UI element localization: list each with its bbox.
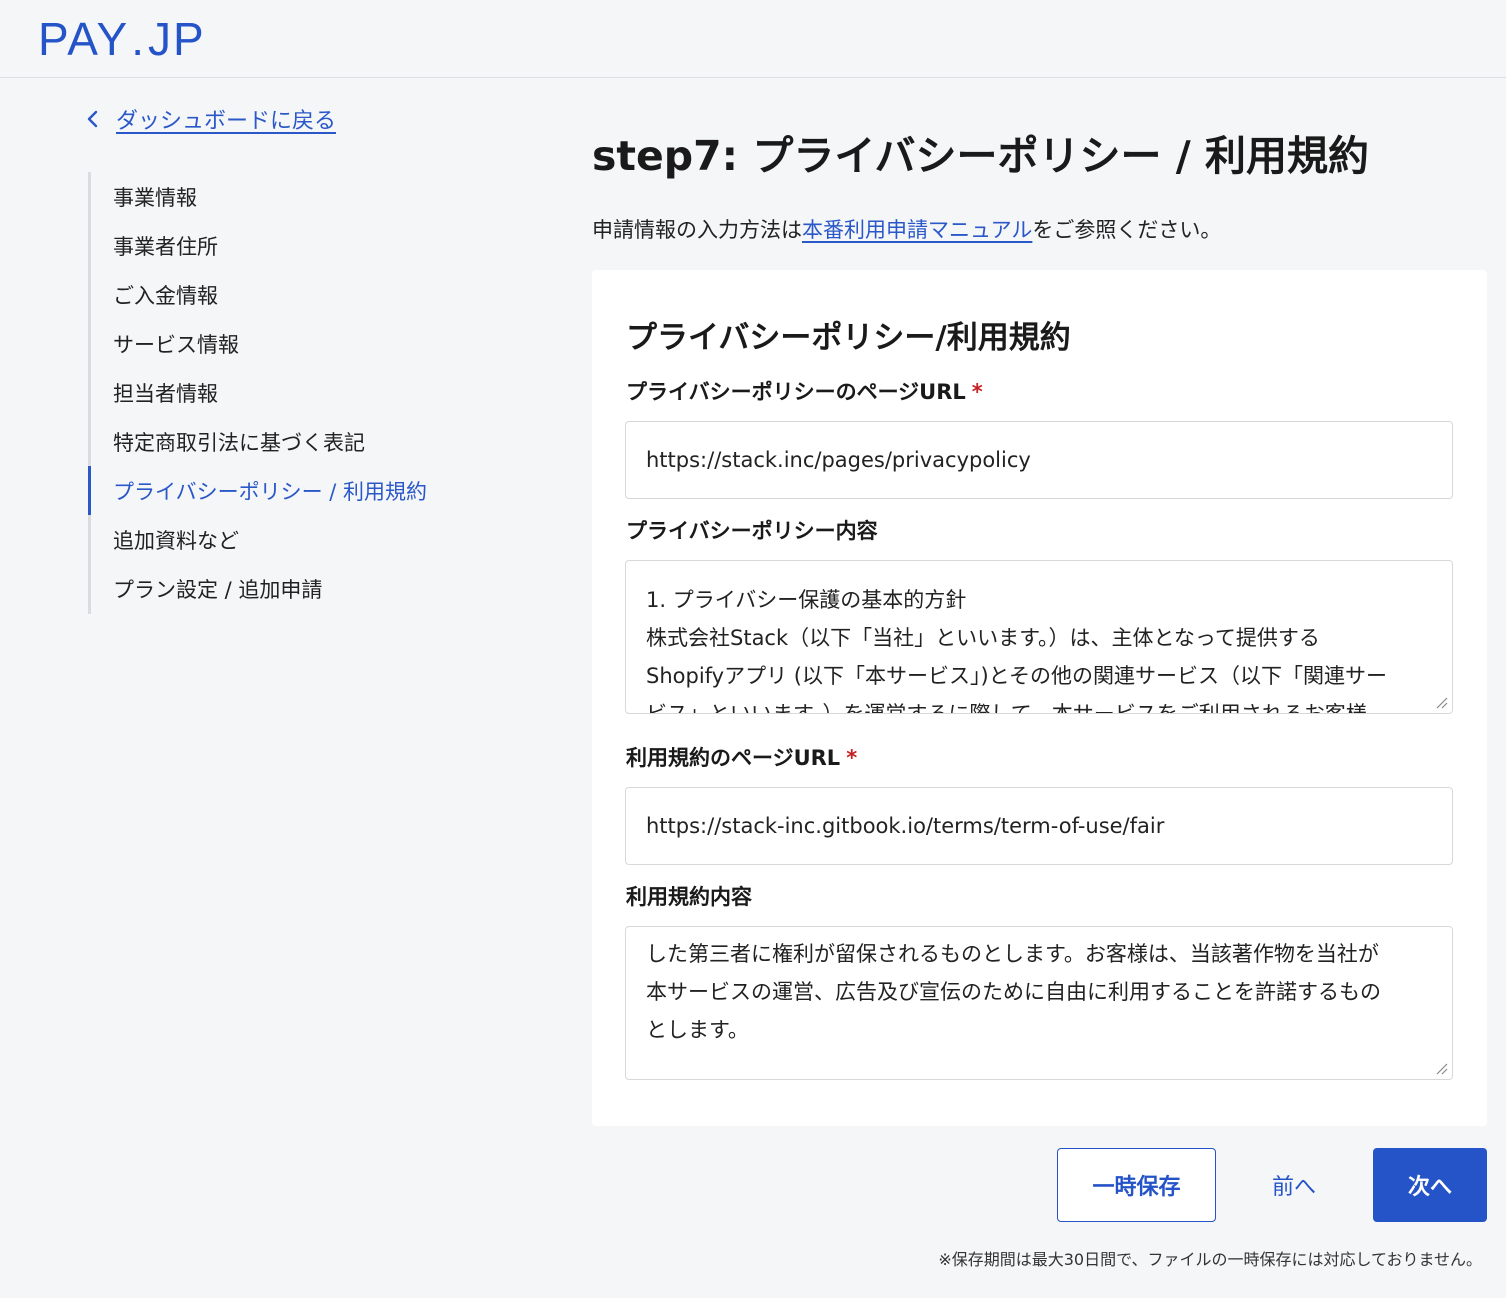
manual-link[interactable]: 本番利用申請マニュアル <box>802 218 1032 242</box>
textarea-line: 株式会社Stack（以下「当社」といいます。）は、主体となって提供する <box>646 626 1320 650</box>
logo-text-jp: JP <box>148 13 206 65</box>
nav-item-business-address[interactable]: 事業者住所 <box>91 221 508 270</box>
terms-content-label: 利用規約内容 <box>626 885 752 909</box>
terms-url-value: https://stack-inc.gitbook.io/terms/term-… <box>646 814 1165 838</box>
required-mark: * <box>846 746 858 770</box>
next-button[interactable]: 次へ <box>1373 1148 1487 1222</box>
privacy-content-label: プライバシーポリシー内容 <box>626 519 878 543</box>
nav-item-privacy-terms[interactable]: プライバシーポリシー / 利用規約 <box>88 466 508 515</box>
terms-url-input[interactable]: https://stack-inc.gitbook.io/terms/term-… <box>625 787 1453 865</box>
nav-item-business-info[interactable]: 事業情報 <box>91 172 508 221</box>
terms-url-label-text: 利用規約のページURL <box>626 746 841 770</box>
nav-item-label: 事業者住所 <box>113 234 218 259</box>
intro-text: 申請情報の入力方法は本番利用申請マニュアルをご参照ください。 <box>592 214 1221 244</box>
logo-text-pay: PAY <box>38 13 130 65</box>
nav-item-label: プラン設定 / 追加申請 <box>113 577 323 602</box>
intro-suffix: をご参照ください。 <box>1032 218 1222 242</box>
privacy-url-label-text: プライバシーポリシーのページURL <box>626 380 966 404</box>
nav-item-payment-info[interactable]: ご入金情報 <box>91 270 508 319</box>
form-section-title: プライバシーポリシー/利用規約 <box>626 320 1071 356</box>
privacy-url-value: https://stack.inc/pages/privacypolicy <box>646 448 1031 472</box>
textarea-line: とします。 <box>646 1018 749 1042</box>
nav-item-label: 担当者情報 <box>113 381 218 406</box>
resize-handle-icon[interactable] <box>1434 695 1448 709</box>
textarea-line: Shopifyアプリ (以下「本サービス」)とその他の関連サービス（以下「関連サ… <box>646 664 1388 688</box>
save-period-footnote: ※保存期間は最大30日間で、ファイルの一時保存には対応しておりません。 <box>938 1250 1482 1269</box>
terms-content-text: また、お客様が投稿した著作物の著作権は、当該著作物を投稿したお客様又は当該著作物… <box>646 927 1452 1049</box>
nav-item-label: プライバシーポリシー / 利用規約 <box>113 479 428 504</box>
textarea-line: また、お客様が投稿した著作物の著作権は、当該著作物を投稿したお客様又は当該著作物… <box>646 927 1452 935</box>
textarea-line: ビス」といいます。）を運営するに際して、本サービスをご利用されるお客様 <box>646 702 1367 714</box>
intro-prefix: 申請情報の入力方法は <box>592 218 802 242</box>
textarea-line: 本サービスの運営、広告及び宣伝のために自由に利用することを許諾するもの <box>646 980 1381 1004</box>
nav-item-label: サービス情報 <box>113 332 239 357</box>
nav-item-additional-docs[interactable]: 追加資料など <box>91 515 508 564</box>
nav-item-label: 追加資料など <box>113 528 239 553</box>
textarea-line: 1. プライバシー保護の基本的方針 <box>646 588 967 612</box>
privacy-content-text: 1. プライバシー保護の基本的方針 株式会社Stack（以下「当社」といいます。… <box>646 581 1432 714</box>
chevron-left-icon <box>87 110 98 128</box>
required-mark: * <box>971 380 983 404</box>
back-to-dashboard-link[interactable]: ダッシュボードに戻る <box>84 102 336 136</box>
resize-handle-icon[interactable] <box>1434 1061 1448 1075</box>
textarea-line: した第三者に権利が留保されるものとします。お客様は、当該著作物を当社が <box>646 942 1379 966</box>
terms-url-label: 利用規約のページURL * <box>626 742 857 772</box>
privacy-url-input[interactable]: https://stack.inc/pages/privacypolicy <box>625 421 1453 499</box>
nav-item-label: 事業情報 <box>113 185 197 210</box>
step-navigation: 事業情報 事業者住所 ご入金情報 サービス情報 担当者情報 特定商取引法に基づく… <box>88 172 508 614</box>
nav-item-commerce-law[interactable]: 特定商取引法に基づく表記 <box>91 417 508 466</box>
terms-content-textarea[interactable]: また、お客様が投稿した著作物の著作権は、当該著作物を投稿したお客様又は当該著作物… <box>625 926 1453 1080</box>
privacy-url-label: プライバシーポリシーのページURL * <box>626 376 983 406</box>
privacy-content-textarea[interactable]: 1. プライバシー保護の基本的方針 株式会社Stack（以下「当社」といいます。… <box>625 560 1453 714</box>
temporary-save-button[interactable]: 一時保存 <box>1057 1148 1216 1222</box>
nav-item-label: ご入金情報 <box>113 283 218 308</box>
logo-dot: . <box>131 13 146 65</box>
previous-button[interactable]: 前へ <box>1246 1148 1342 1222</box>
page-title: step7: プライバシーポリシー / 利用規約 <box>592 132 1370 180</box>
nav-item-plan-settings[interactable]: プラン設定 / 追加申請 <box>91 564 508 613</box>
back-link-label: ダッシュボードに戻る <box>116 109 337 134</box>
payjp-logo[interactable]: PAY.JP <box>38 14 206 64</box>
nav-item-contact-info[interactable]: 担当者情報 <box>91 368 508 417</box>
app-header: PAY.JP <box>0 0 1506 78</box>
nav-item-label: 特定商取引法に基づく表記 <box>113 430 365 455</box>
nav-item-service-info[interactable]: サービス情報 <box>91 319 508 368</box>
privacy-terms-form-card: プライバシーポリシー/利用規約 プライバシーポリシーのページURL * https… <box>592 270 1487 1126</box>
